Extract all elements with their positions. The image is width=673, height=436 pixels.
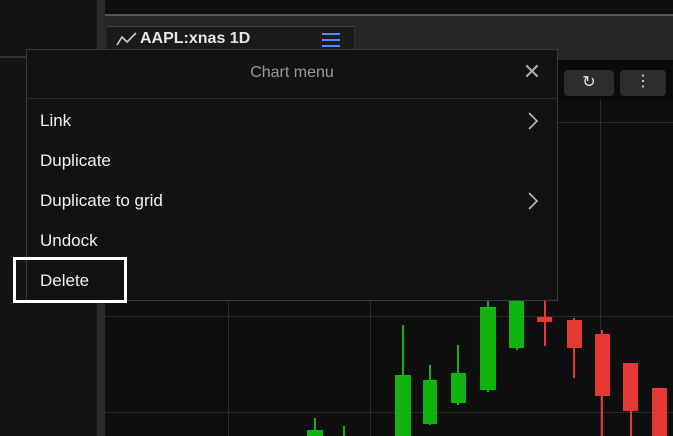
chart-menu-title: Chart menu — [250, 64, 334, 81]
hamburger-icon[interactable] — [322, 33, 340, 49]
candle — [307, 430, 323, 436]
line-chart-icon — [116, 32, 137, 46]
grid-line — [105, 412, 673, 413]
grid-line — [105, 316, 673, 317]
chart-tab-title: AAPL:xnas 1D — [140, 30, 251, 47]
more-vertical-icon: ⋮ — [635, 73, 651, 90]
candle — [451, 373, 466, 403]
menu-item-duplicate-to-grid[interactable]: Duplicate to grid — [40, 191, 163, 211]
close-icon[interactable]: ✕ — [520, 60, 544, 84]
candle — [544, 300, 546, 346]
menu-item-undock[interactable]: Undock — [40, 231, 98, 251]
candle — [623, 363, 638, 411]
candle — [395, 375, 411, 436]
candle — [567, 320, 582, 348]
delete-highlight-box — [13, 257, 127, 303]
candle — [343, 426, 345, 436]
chevron-right-icon — [528, 112, 539, 130]
candle — [652, 388, 667, 436]
sync-button[interactable]: ↻ — [564, 70, 614, 96]
menu-item-duplicate[interactable]: Duplicate — [40, 151, 111, 171]
candle — [537, 317, 552, 322]
menu-divider — [27, 98, 557, 99]
sync-icon: ↻ — [582, 74, 596, 91]
candle — [595, 334, 610, 396]
candle — [423, 380, 437, 424]
menu-item-link[interactable]: Link — [40, 111, 71, 131]
candle — [509, 300, 524, 348]
more-options-button[interactable]: ⋮ — [620, 70, 666, 96]
top-bar — [105, 0, 673, 16]
chevron-right-icon — [528, 192, 539, 210]
candle — [480, 307, 496, 390]
